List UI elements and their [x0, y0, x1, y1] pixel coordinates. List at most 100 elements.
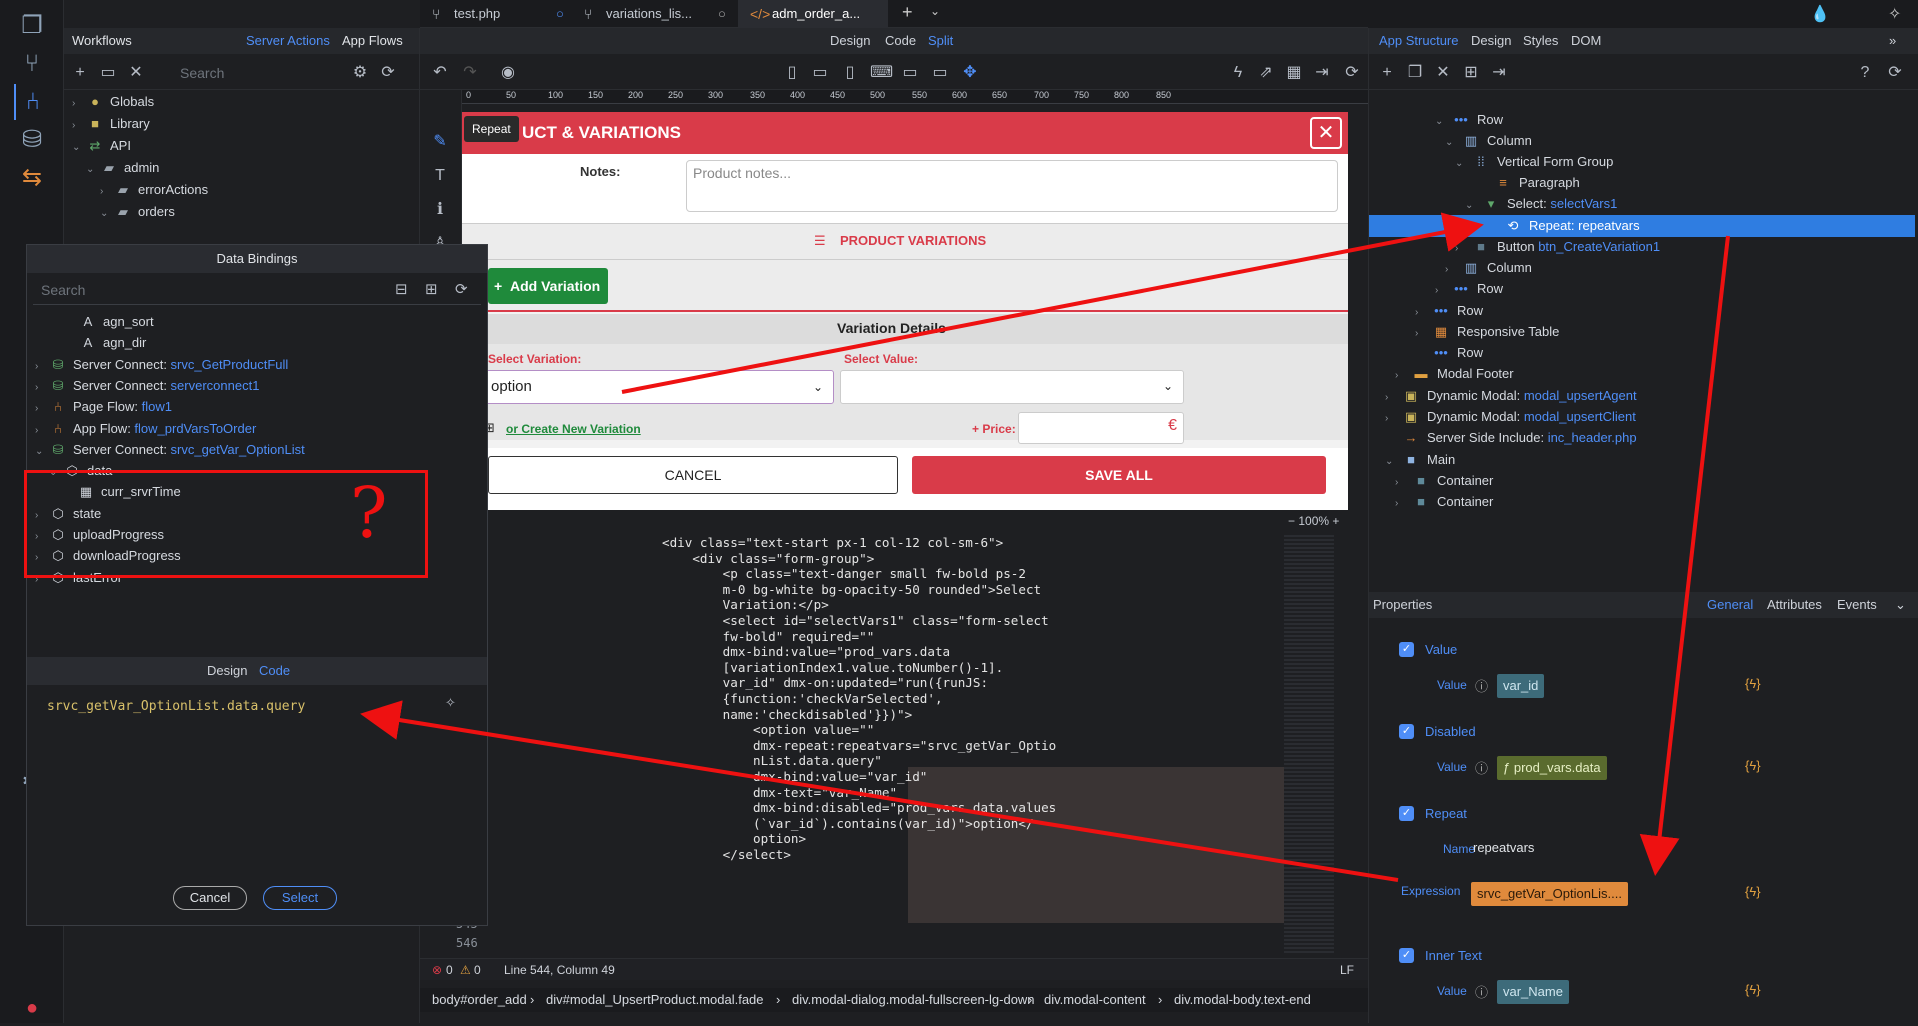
binding-item[interactable]: › ⛁ Server Connect: srvc_GetProductFull — [35, 354, 288, 376]
binding-item[interactable]: › ⑃ App Flow: flow_prdVarsToOrder — [35, 418, 256, 440]
chevron-down-icon[interactable]: ⌄ — [930, 4, 940, 18]
cancel-button[interactable]: CANCEL — [488, 456, 898, 494]
delete-icon[interactable]: ✕ — [126, 63, 146, 83]
redo-icon[interactable]: ↷ — [460, 63, 480, 83]
repeat-name[interactable]: repeatvars — [1473, 840, 1534, 855]
inner-text-binding[interactable]: var_Name — [1497, 980, 1569, 1004]
folder-icon[interactable]: ▭ — [98, 63, 118, 83]
close-icon[interactable]: ○ — [718, 0, 726, 28]
tab-styles[interactable]: Styles — [1523, 28, 1558, 54]
refresh-icon[interactable]: ⟳ — [1342, 63, 1362, 83]
tab-general[interactable]: General — [1707, 592, 1753, 618]
structure-item[interactable]: → Server Side Include: inc_header.php — [1385, 427, 1637, 449]
refresh-icon[interactable]: ⟳ — [1885, 63, 1905, 83]
tree-item-api[interactable]: ⌄ ⇄ API — [72, 135, 131, 157]
delete-icon[interactable]: ✕ — [1433, 63, 1453, 83]
add-variation-button[interactable]: + Add Variation — [488, 268, 608, 304]
tree-item-orders[interactable]: ⌄ ▰ orders — [100, 201, 175, 223]
unwrap-icon[interactable]: ⇥ — [1489, 63, 1509, 83]
value-checkbox[interactable]: ✓ — [1399, 642, 1414, 657]
binding-item[interactable]: Aagn_sort — [65, 311, 154, 333]
export-icon[interactable]: ⇥ — [1312, 63, 1332, 83]
drop-icon[interactable]: 💧 — [1810, 4, 1830, 24]
expression-editor[interactable]: srvc_getVar_OptionList.data.query ✧ — [27, 685, 487, 860]
zoom-level[interactable]: − 100% + — [1288, 514, 1339, 528]
inner-text-checkbox[interactable]: ✓ — [1399, 948, 1414, 963]
tab-adm-order[interactable]: </> adm_order_a... — [738, 0, 888, 28]
structure-item[interactable]: › ■ Container — [1395, 470, 1493, 492]
laptop-icon[interactable]: ⌨ — [870, 63, 893, 83]
tab-attributes[interactable]: Attributes — [1767, 592, 1822, 618]
structure-item[interactable]: ⌄ ▥ Column — [1445, 130, 1532, 152]
wide-desktop-icon[interactable]: ▭ — [930, 63, 950, 83]
disabled-checkbox[interactable]: ✓ — [1399, 724, 1414, 739]
tab-test-php[interactable]: ⑂ test.php ○ — [420, 0, 570, 28]
structure-item[interactable]: › ▦ Responsive Table — [1415, 321, 1559, 343]
qr-icon[interactable]: ▦ — [1284, 63, 1304, 83]
chevron-icon[interactable]: › — [1395, 365, 1411, 387]
chevron-icon[interactable]: › — [1395, 493, 1411, 515]
database-icon[interactable]: ⛁ — [14, 122, 50, 158]
gear-icon[interactable]: ⚙ — [350, 63, 370, 83]
collapse-all-icon[interactable]: ⊟ — [395, 280, 408, 298]
camera-icon[interactable]: ◉ — [498, 63, 518, 83]
tab-design[interactable]: Design — [1471, 28, 1511, 54]
chevron-icon[interactable]: ⌄ — [1455, 153, 1471, 175]
value-binding[interactable]: var_id — [1497, 674, 1545, 698]
expand-all-icon[interactable]: ⊞ — [425, 280, 438, 298]
tree-item-globals[interactable]: › ● Globals — [72, 91, 154, 113]
help-icon[interactable]: ? — [1855, 63, 1875, 83]
chevron-icon[interactable]: › — [1435, 280, 1451, 302]
copy-icon[interactable]: ❐ — [1405, 63, 1425, 83]
structure-item[interactable]: › ••• Row — [1415, 300, 1483, 322]
desktop-icon[interactable]: ▭ — [900, 63, 920, 83]
server-actions-link[interactable]: Server Actions — [246, 28, 330, 54]
structure-item[interactable]: ••• Row — [1415, 342, 1483, 364]
view-code-tab[interactable]: Code — [885, 28, 916, 54]
tablet-icon[interactable]: ▯ — [840, 63, 860, 83]
structure-item[interactable]: › ••• Row — [1435, 278, 1503, 300]
view-split-tab[interactable]: Split — [928, 28, 953, 54]
tab-code[interactable]: Code — [259, 657, 290, 685]
structure-item[interactable]: ⌄ ▾ Select: selectVars1 — [1465, 193, 1617, 215]
tab-design[interactable]: Design — [207, 657, 247, 685]
structure-item[interactable]: ⌄ ••• Row — [1435, 109, 1503, 131]
select-value-dropdown[interactable]: ⌄ — [840, 370, 1184, 404]
routing-icon[interactable]: ⇆ — [14, 160, 50, 196]
dynamic-data-icon[interactable]: {ϟ} — [1745, 982, 1761, 997]
tab-app-structure[interactable]: App Structure — [1379, 28, 1459, 54]
new-tab-icon[interactable]: + — [902, 2, 913, 23]
binding-item[interactable]: ⌄ ⛁ Server Connect: srvc_getVar_OptionList — [35, 439, 305, 461]
chevron-icon[interactable]: ⌄ — [35, 441, 49, 463]
refresh-icon[interactable]: ⟳ — [378, 63, 398, 83]
git-icon[interactable]: ⑂ — [14, 46, 50, 82]
bolt-icon[interactable]: ϟ — [1228, 63, 1248, 83]
structure-item[interactable]: ⌄ ■ Main — [1385, 449, 1455, 471]
price-input[interactable]: € — [1018, 412, 1184, 444]
structure-item[interactable]: › ■ Button btn_CreateVariation1 — [1455, 236, 1660, 258]
binding-item[interactable]: › ⛁ Server Connect: serverconnect1 — [35, 375, 259, 397]
disabled-binding[interactable]: ƒ prod_vars.data — [1497, 756, 1607, 780]
modal-close-button[interactable]: ✕ — [1310, 117, 1342, 149]
bindings-search-input[interactable]: Search — [41, 282, 85, 298]
text-icon[interactable]: T — [430, 166, 450, 186]
tab-dom[interactable]: DOM — [1571, 28, 1601, 54]
dynamic-data-icon[interactable]: {ϟ} — [1745, 758, 1761, 773]
undo-icon[interactable]: ↶ — [430, 63, 450, 83]
save-all-button[interactable]: SAVE ALL — [912, 456, 1326, 494]
double-chevron-icon[interactable]: » — [1889, 28, 1896, 54]
lightbulb-icon[interactable]: ✧ — [1888, 4, 1901, 24]
move-icon[interactable]: ✥ — [960, 63, 980, 83]
workflows-icon[interactable]: ⑃ — [14, 84, 50, 120]
files-icon[interactable]: ❐ — [14, 8, 50, 44]
bindings-cancel-button[interactable]: Cancel — [173, 886, 247, 910]
structure-item[interactable]: ≡ Paragraph — [1477, 172, 1580, 194]
structure-item[interactable]: › ▥ Column — [1445, 257, 1532, 279]
wrap-icon[interactable]: ⊞ — [1461, 63, 1481, 83]
pro-badge-icon[interactable]: ● — [14, 990, 50, 1026]
select-variation-dropdown[interactable]: option ⌄ — [482, 370, 834, 404]
structure-item[interactable]: › ▬ Modal Footer — [1395, 363, 1514, 385]
bindings-select-button[interactable]: Select — [263, 886, 337, 910]
add-icon[interactable]: + — [1377, 63, 1397, 83]
structure-item[interactable]: › ▣ Dynamic Modal: modal_upsertClient — [1385, 406, 1636, 428]
